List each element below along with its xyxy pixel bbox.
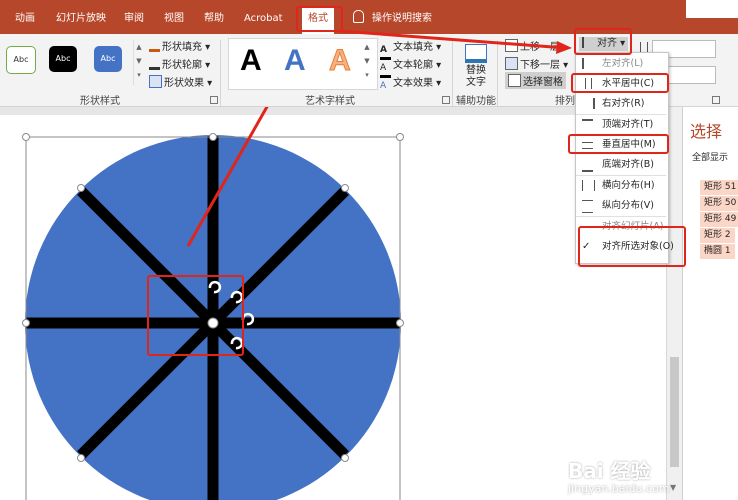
annotation-box-align-selected: [578, 226, 686, 267]
selection-pane-title: 选择: [690, 122, 723, 141]
align-left-icon: [582, 58, 595, 69]
handle-diag-2[interactable]: [341, 184, 349, 192]
annotation-box-format-tab: [296, 6, 343, 32]
pane-item-rect49[interactable]: 矩形 49: [700, 212, 738, 227]
watermark-url: jingyan.baidu.com: [568, 482, 670, 495]
show-all-button[interactable]: 全部显示: [692, 150, 728, 163]
selection-pane: [682, 107, 738, 500]
menu-distribute-horizontal[interactable]: 横向分布(H): [576, 176, 666, 196]
pane-item-rect51[interactable]: 矩形 51: [700, 180, 738, 195]
menu-align-left[interactable]: 左对齐(L): [576, 54, 666, 74]
scroll-down-icon[interactable]: ▼: [670, 483, 676, 492]
pane-item-ellipse1[interactable]: 椭圆 1: [700, 244, 735, 259]
align-top-icon: [582, 119, 593, 132]
handle-top-right[interactable]: [396, 133, 404, 141]
align-bottom-icon: [582, 159, 593, 172]
annotation-box-horizontal-center: [571, 73, 669, 93]
handle-top-left[interactable]: [22, 133, 30, 141]
baidu-watermark: Bai 经验: [568, 455, 651, 484]
menu-align-top[interactable]: 顶端对齐(T): [576, 115, 666, 135]
pane-item-rect2[interactable]: 矩形 2: [700, 228, 735, 243]
distribute-vertical-icon: [582, 200, 593, 213]
handle-diag-1[interactable]: [77, 184, 85, 192]
handle-right[interactable]: [396, 319, 404, 327]
annotation-box-vertical-middle: [568, 134, 669, 154]
menu-align-bottom[interactable]: 底端对齐(B): [576, 155, 666, 175]
annotation-box-center: [147, 275, 244, 356]
slide-editor: [0, 107, 666, 500]
watermark-brand: Bai 经验: [568, 459, 651, 483]
annotation-arrow-2: [339, 29, 567, 50]
handle-top[interactable]: [209, 133, 217, 141]
align-right-icon: [582, 98, 595, 109]
annotation-box-align: [574, 28, 632, 55]
handle-diag-3[interactable]: [77, 454, 85, 462]
scrollbar-thumb[interactable]: [670, 357, 679, 467]
annotation-arrowhead-2: [556, 41, 572, 54]
handle-diag-4[interactable]: [341, 454, 349, 462]
distribute-horizontal-icon: [582, 180, 595, 191]
menu-align-right[interactable]: 右对齐(R): [576, 94, 666, 114]
menu-distribute-vertical[interactable]: 纵向分布(V): [576, 196, 666, 216]
pane-item-rect50[interactable]: 矩形 50: [700, 196, 738, 211]
handle-left[interactable]: [22, 319, 30, 327]
